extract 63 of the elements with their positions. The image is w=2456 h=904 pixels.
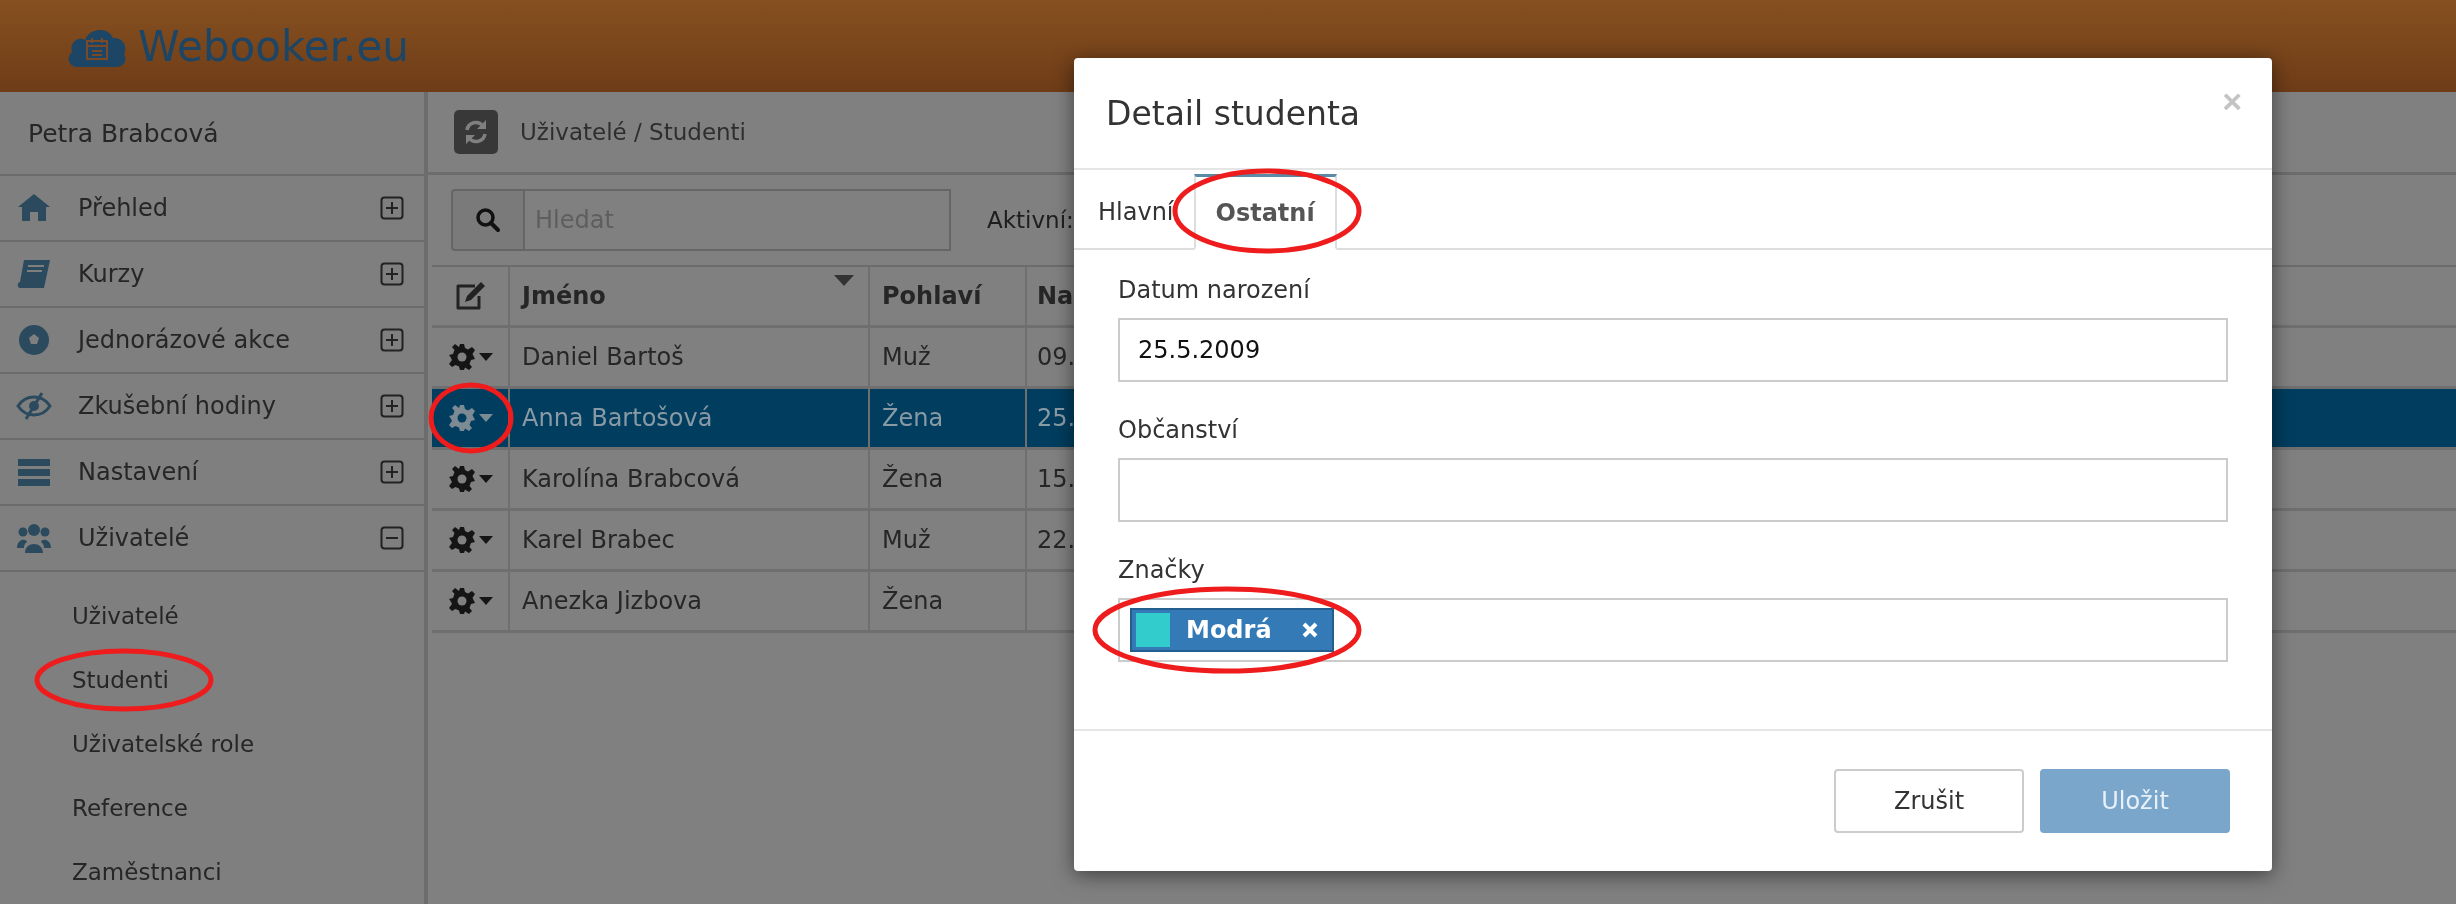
user-name: Petra Brabcová: [0, 92, 424, 176]
ball-icon: [16, 323, 52, 357]
caret-icon: [478, 535, 493, 545]
settings-icon: [447, 404, 476, 432]
field-label: Značky: [1118, 556, 1206, 584]
submenu-item[interactable]: Uživatelé: [72, 603, 179, 629]
table-cell: Žena: [882, 465, 944, 493]
caret-icon: [478, 413, 493, 423]
nav-item[interactable]: Nastavení: [0, 440, 424, 506]
submenu-item[interactable]: Reference: [72, 795, 188, 821]
settings-menu-button[interactable]: [447, 343, 493, 371]
nav-item[interactable]: Jednorázové akce: [0, 308, 424, 374]
submenu-item[interactable]: Uživatelské role: [72, 731, 255, 757]
table-cell: 09.: [1037, 343, 1076, 371]
tab[interactable]: Hlavní: [1078, 174, 1194, 250]
table-cell: Žena: [882, 404, 944, 432]
field-label: Občanství: [1118, 416, 1240, 444]
dialog-title: Detail studenta: [1106, 93, 1361, 133]
table-cell: Karel Brabec: [522, 526, 675, 554]
tag[interactable]: Modrá: [1130, 608, 1334, 652]
search-icon: [475, 207, 501, 233]
settings-icon: [447, 465, 476, 493]
cancel-button[interactable]: Zrušit: [1834, 769, 2024, 833]
table-cell: 25.: [1037, 404, 1076, 432]
breadcrumb: Uživatelé / Studenti: [520, 119, 746, 145]
nav-item[interactable]: Uživatelé: [0, 506, 424, 572]
column-header[interactable]: Pohlaví: [870, 267, 1027, 325]
input-field[interactable]: [1118, 458, 2228, 522]
settings-menu-button[interactable]: [447, 404, 493, 432]
settings-icon: [447, 343, 476, 371]
settings-menu-button[interactable]: [447, 587, 493, 615]
field-label: Datum narození: [1118, 276, 1312, 304]
refresh-icon: [462, 118, 490, 146]
table-cell: Daniel Bartoš: [522, 343, 684, 371]
table-cell: Anna Bartošová: [522, 404, 713, 432]
caret-icon: [478, 474, 493, 484]
input-field[interactable]: 25.5.2009: [1118, 318, 2228, 382]
refresh-button[interactable]: [454, 110, 498, 154]
tag-field[interactable]: Modrá: [1118, 598, 2228, 662]
filter-label: Aktivní:: [987, 207, 1074, 233]
table-cell: 15.: [1037, 465, 1076, 493]
nav-item[interactable]: Zkušební hodiny: [0, 374, 424, 440]
caret-icon: [478, 352, 493, 362]
settings-menu-button[interactable]: [447, 465, 493, 493]
column-header[interactable]: Jméno: [510, 267, 870, 325]
table-cell: 22.: [1037, 526, 1076, 554]
settings-menu-button[interactable]: [447, 526, 493, 554]
table-cell: Žena: [882, 587, 944, 615]
settings-icon: [447, 526, 476, 554]
table-cell: Anezka Jizbova: [522, 587, 702, 615]
book-icon: [16, 257, 52, 291]
table-cell: Muž: [882, 343, 931, 371]
table-cell: Karolína Brabcová: [522, 465, 740, 493]
settings-icon: [447, 587, 476, 615]
nav-item[interactable]: Přehled: [0, 176, 424, 242]
users-icon: [16, 521, 52, 555]
remove-icon: [1301, 622, 1318, 638]
search-button[interactable]: [451, 189, 525, 251]
nav-item[interactable]: Kurzy: [0, 242, 424, 308]
submenu-item[interactable]: Zaměstnanci: [72, 859, 222, 885]
tab[interactable]: Ostatní: [1193, 174, 1337, 250]
table-cell: Muž: [882, 526, 931, 554]
caret-icon: [478, 596, 493, 606]
